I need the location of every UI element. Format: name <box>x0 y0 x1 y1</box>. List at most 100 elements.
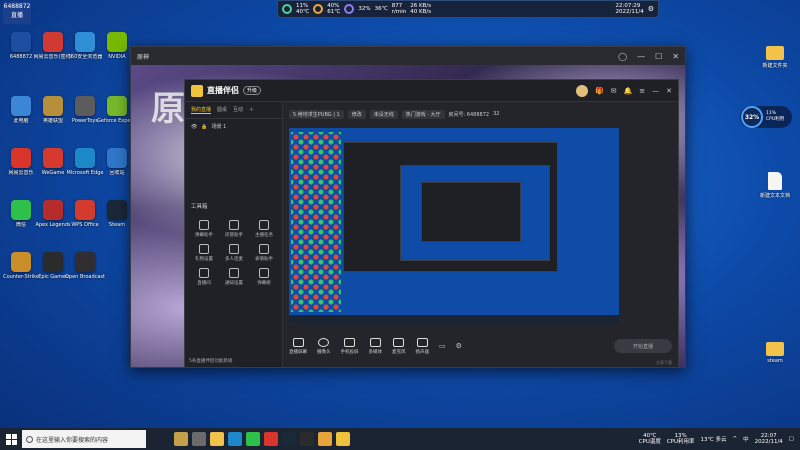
add-icon[interactable]: ＋ <box>249 106 254 114</box>
eye-icon[interactable]: 👁 <box>191 124 197 130</box>
weather-widget[interactable]: 13℃ 多云 <box>701 435 727 443</box>
taskbar-app-genshin[interactable] <box>174 432 188 446</box>
tool-emoji-helper[interactable]: 表情助手 <box>249 244 279 262</box>
microphone-button[interactable]: 麦克风 <box>392 337 406 355</box>
gift-icon[interactable]: 🎁 <box>595 87 604 95</box>
desktop-icon[interactable]: Apex Legends <box>35 200 71 240</box>
desktop-file-icon[interactable]: 新建文本文档 <box>755 172 795 199</box>
tool-gift-settings[interactable]: 礼物设置 <box>189 244 219 262</box>
taskbar: 在这里输入你要搜索的内容 40℃ CPU温度 13% CPU利用率 13℃ 多云 ^… <box>0 428 800 450</box>
camera-button[interactable]: 摄像头 <box>317 337 331 355</box>
desktop-icon[interactable]: Counter-Strike <box>3 252 39 292</box>
taskbar-app-edge[interactable] <box>228 432 242 446</box>
avatar[interactable] <box>575 84 588 97</box>
desktop-icon[interactable]: PowerToys <box>68 96 102 136</box>
streaming-companion-app[interactable]: 直播伴侣 升级 🎁 ✉ 🔔 ≡ — ✕ 我的直播 圆桌 互动 ＋ 👁 🔒 场景 … <box>184 79 679 367</box>
tool-multi-mic[interactable]: 多人连麦 <box>219 244 249 262</box>
minimize-icon[interactable]: — <box>652 87 659 95</box>
speaker-button[interactable]: 扬声器 <box>416 337 429 355</box>
taskbar-app-music[interactable] <box>264 432 278 446</box>
taskbar-clock[interactable]: 22:07 2022/11/4 <box>755 433 783 445</box>
tool-room-admin[interactable]: 房管助手 <box>219 220 249 238</box>
desktop-icon[interactable]: WPS Office <box>68 200 102 240</box>
close-icon[interactable]: ✕ <box>672 52 679 61</box>
scene-item[interactable]: 👁 🔒 场景 1 <box>185 119 282 134</box>
desktop-icon[interactable]: 回收站 <box>100 148 134 188</box>
language-indicator[interactable]: 中 <box>743 435 749 443</box>
desktop-folder-icon[interactable]: 新建文件夹 <box>755 46 795 69</box>
desktop-icon[interactable]: Epic Games <box>36 252 70 292</box>
maximize-icon[interactable]: ☐ <box>655 52 662 61</box>
chat-icon <box>259 268 269 278</box>
taskbar-app-game[interactable] <box>318 432 332 446</box>
desktop-icon[interactable]: 网易云音乐 <box>4 148 38 188</box>
desktop-icon[interactable]: 微信 <box>4 200 38 240</box>
tray-cpu-usage[interactable]: 13% CPU利用率 <box>667 433 695 445</box>
network-speed: 26 KB/s 40 KB/s <box>410 3 432 15</box>
lock-icon[interactable]: 🔒 <box>201 124 207 130</box>
search-input[interactable]: 在这里输入你要搜索的内容 <box>22 430 146 448</box>
stream-preview[interactable] <box>289 128 619 323</box>
menu-icon[interactable]: ≡ <box>639 87 645 95</box>
desktop-icon[interactable]: Steam <box>100 200 134 240</box>
wireless-mode[interactable]: 未设无线 <box>369 109 398 119</box>
window-title: 原神 <box>137 53 150 61</box>
share-download-link[interactable]: 分享下载 <box>656 360 672 366</box>
feature-notice[interactable]: 5条直播伴侣功能新规 <box>189 358 232 364</box>
desktop-steam-folder[interactable]: steam <box>755 342 795 364</box>
taskbar-app-explorer[interactable] <box>210 432 224 446</box>
minimize-icon[interactable]: — <box>637 52 645 61</box>
desktop-icon[interactable]: 此电脑 <box>4 96 38 136</box>
tray-cpu-temp[interactable]: 40℃ CPU温度 <box>639 433 661 445</box>
desktop-icon[interactable]: Open Broadcaster <box>65 252 105 292</box>
desktop-icon[interactable]: 6488872 <box>4 32 38 72</box>
preview-nested-window <box>343 142 558 272</box>
channel-badge[interactable]: 6488872 直播 <box>3 2 31 24</box>
desktop-icon[interactable]: NVIDIA <box>100 32 134 72</box>
tab-my-live[interactable]: 我的直播 <box>191 106 212 114</box>
game-window[interactable]: 原神 ◯ — ☐ ✕ 原 直播伴侣 升级 🎁 ✉ 🔔 ≡ — ✕ 我的直播 圆桌… <box>130 46 686 368</box>
taskbar-app-wechat[interactable] <box>246 432 260 446</box>
tab-roundtable[interactable]: 圆桌 <box>217 106 227 114</box>
game-title[interactable]: 5.绝地求生PUBG | 1 <box>289 109 344 119</box>
system-monitor-bar[interactable]: 11% 40℃ 40% 61℃ 32% 36℃ 877 r/min 26 KB/s 40… <box>277 0 659 18</box>
desktop-icon[interactable]: Microsoft Edge <box>67 148 103 188</box>
tool-notify-settings[interactable]: 通知设置 <box>219 268 249 286</box>
desktop-icon[interactable]: WeGame <box>36 148 70 188</box>
tool-danmaku-helper[interactable]: 弹幕助手 <box>189 220 219 238</box>
taskbar-app-steam[interactable] <box>282 432 296 446</box>
media-button[interactable]: 多媒体 <box>369 337 382 355</box>
user-icon[interactable]: ◯ <box>618 52 627 61</box>
desktop-icon[interactable]: 网易云音乐(签约) <box>34 32 72 72</box>
screen-capture-button[interactable]: 直播屏幕 <box>289 337 307 355</box>
desktop-icon[interactable]: 360安全浏览器 <box>68 32 102 72</box>
close-icon[interactable]: ✕ <box>666 87 672 95</box>
tool-danmaku-ji[interactable]: 弹幕姬 <box>249 268 279 286</box>
settings-icon[interactable]: ⚙ <box>648 5 654 13</box>
tab-interaction[interactable]: 互动 <box>233 106 243 114</box>
taskbar-app-stream[interactable] <box>336 432 350 446</box>
window-titlebar[interactable]: 原神 ◯ — ☐ ✕ <box>131 47 685 65</box>
settings-icon[interactable]: ⚙ <box>456 342 462 350</box>
chevron-up-icon[interactable]: ^ <box>732 436 737 442</box>
bell-icon[interactable]: 🔔 <box>624 87 633 95</box>
phone-cast-button[interactable]: 手机投屏 <box>341 337 359 355</box>
upgrade-tag[interactable]: 升级 <box>243 86 262 95</box>
notification-icon[interactable]: ▢ <box>789 436 794 442</box>
taskbar-app-obs[interactable] <box>300 432 314 446</box>
task-icon <box>259 220 269 230</box>
edit-button[interactable]: 修改 <box>347 109 366 119</box>
cpu-usage-widget[interactable]: 32% 11% CPU利用 <box>740 106 792 128</box>
taskbar-app-taskview[interactable] <box>192 432 206 446</box>
tool-host-task[interactable]: 主播任务 <box>249 220 279 238</box>
mic-icon <box>393 337 405 347</box>
tool-live-room[interactable]: 直播间 <box>189 268 219 286</box>
danmaku-icon <box>199 220 209 230</box>
start-button[interactable] <box>0 428 22 450</box>
desktop-icon[interactable]: Geforce Experience <box>97 96 137 136</box>
message-icon[interactable]: ✉ <box>611 87 617 95</box>
desktop-icon[interactable]: 英雄联盟 <box>36 96 70 136</box>
video-icon[interactable]: ▭ <box>439 342 446 350</box>
category-tag[interactable]: 热门游戏 · 大厅 <box>401 109 445 119</box>
start-live-button[interactable]: 开始直播 <box>614 339 672 353</box>
